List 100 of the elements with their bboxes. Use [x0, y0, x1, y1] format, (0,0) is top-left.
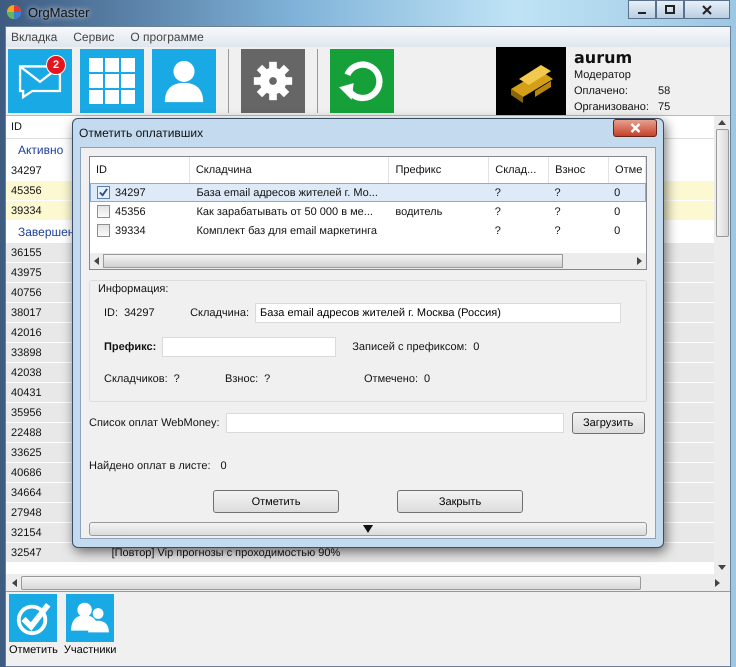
field-label: Префикс:: [104, 341, 156, 353]
name-field[interactable]: База email адресов жителей г. Москва (Россия): [255, 303, 622, 323]
id-value: 34297: [124, 307, 156, 319]
table-cell: Как зарабатывать от 50 000 в ме...: [196, 206, 373, 218]
minimize-icon: [638, 12, 646, 14]
stat-value: 75: [658, 100, 670, 114]
id-cell: 40756: [11, 286, 42, 298]
scroll-down-icon: [718, 565, 726, 570]
table-cell: ?: [494, 186, 501, 198]
table-cell: ?: [554, 206, 561, 218]
id-cell: 40686: [11, 466, 42, 478]
expand-arrow-icon: [363, 525, 373, 533]
table-row[interactable]: 39334 Комплект баз для email маркетинга ? ? 0: [90, 221, 646, 240]
id-cell: 34297: [11, 164, 42, 176]
maximize-icon: [665, 4, 675, 14]
user-role: Модератор: [574, 68, 632, 82]
id-cell: 45356: [11, 184, 42, 196]
field-label: Записей с префиксом:: [352, 341, 468, 353]
id-cell: 34664: [11, 486, 42, 498]
field-label: Складчиков:: [104, 373, 168, 385]
close-button[interactable]: [613, 119, 657, 137]
scroll-thumb[interactable]: [21, 576, 641, 590]
user-name: aurum: [574, 48, 634, 66]
table-row[interactable]: 34297 База email адресов жителей г. Мо... ? ? 0: [90, 183, 646, 202]
table-cell: ?: [554, 224, 561, 236]
id-cell: 32547: [11, 546, 42, 558]
id-cell: 27948: [11, 506, 42, 518]
scroll-left-icon: [12, 578, 17, 586]
prefix-field[interactable]: [162, 337, 336, 357]
horizontal-scrollbar[interactable]: [6, 574, 730, 591]
field-label: Отмечено:: [364, 373, 418, 385]
group-header[interactable]: Завершен: [6, 225, 74, 239]
close-button[interactable]: Закрыть: [397, 490, 523, 513]
menu-item[interactable]: О программе: [130, 30, 204, 44]
checkbox[interactable]: [97, 186, 110, 199]
checkmark-icon: [99, 188, 108, 197]
table-cell: 45356: [115, 206, 146, 218]
field-value: ?: [264, 373, 270, 385]
field-label: Взнос:: [225, 373, 258, 385]
refresh-button[interactable]: [330, 49, 394, 113]
field-label: ID:: [104, 307, 118, 319]
id-cell: 42016: [11, 326, 42, 338]
scroll-left-icon: [94, 257, 99, 265]
id-cell: 43975: [11, 266, 42, 278]
webmoney-field[interactable]: [226, 413, 564, 433]
id-cell: 36155: [11, 246, 42, 258]
close-icon: [702, 4, 712, 14]
checkbox[interactable]: [97, 205, 110, 218]
menu-item[interactable]: Сервис: [73, 30, 114, 44]
table-cell: 39334: [115, 224, 146, 236]
mail-button[interactable]: 2: [8, 49, 72, 113]
table-cell: Комплект баз для email маркетинга: [196, 224, 378, 236]
field-value: ?: [174, 373, 180, 385]
field-label: Найдено оплат в листе:: [89, 460, 211, 472]
close-button[interactable]: [684, 0, 730, 19]
settings-button[interactable]: [241, 49, 305, 113]
checkbox[interactable]: [97, 224, 110, 237]
close-icon: [630, 123, 640, 133]
expander-bar[interactable]: [89, 522, 647, 536]
table-cell: База email адресов жителей г. Мо...: [196, 186, 378, 198]
grid-button[interactable]: [80, 49, 144, 113]
table-cell: ?: [494, 206, 501, 218]
profile-button[interactable]: [152, 49, 216, 113]
table-row[interactable]: 45356 Как зарабатывать от 50 000 в ме... водитель ? ? 0: [90, 202, 646, 221]
maximize-button[interactable]: [656, 0, 684, 19]
column-header[interactable]: ID: [6, 121, 22, 133]
scroll-right-icon: [715, 578, 720, 586]
scroll-thumb[interactable]: [103, 254, 563, 268]
table-cell: 0: [614, 186, 620, 198]
dialog-title: Отметить оплативших: [79, 126, 204, 140]
vertical-scrollbar[interactable]: [714, 116, 730, 574]
stat-label: Оплачено:: [574, 84, 629, 98]
grid-icon: [88, 57, 136, 105]
scroll-up-icon: [718, 120, 726, 125]
minimize-button[interactable]: [628, 0, 656, 19]
table-cell: 0: [614, 206, 620, 218]
stat-value: 58: [658, 84, 670, 98]
found-value: 0: [220, 460, 227, 472]
load-button[interactable]: Загрузить: [572, 412, 645, 434]
table-cell: ?: [494, 224, 501, 236]
table-cell: ?: [554, 186, 561, 198]
horizontal-scrollbar[interactable]: [90, 253, 646, 269]
id-cell: 39334: [11, 204, 42, 216]
title-cell: [Повтор] Vip прогнозы с проходимостью 90%: [112, 546, 340, 558]
notification-badge: 2: [46, 55, 66, 75]
field-value: 0: [424, 373, 430, 385]
menu-item[interactable]: Вкладка: [11, 30, 58, 44]
id-cell: 22488: [11, 426, 42, 438]
field-label: Складчина:: [190, 307, 250, 319]
id-cell: 32154: [11, 526, 42, 538]
window-title: OrgMaster: [28, 4, 90, 20]
group-header[interactable]: Активно: [6, 143, 64, 157]
scroll-thumb[interactable]: [716, 129, 728, 237]
mark-button[interactable]: Отметить: [213, 490, 339, 513]
stat-label: Организовано:: [574, 100, 650, 114]
table-cell: водитель: [395, 206, 442, 218]
count-value: 0: [473, 341, 480, 353]
group-legend: Информация:: [98, 283, 638, 295]
table-cell: 34297: [115, 186, 146, 198]
scroll-right-icon: [637, 257, 642, 265]
